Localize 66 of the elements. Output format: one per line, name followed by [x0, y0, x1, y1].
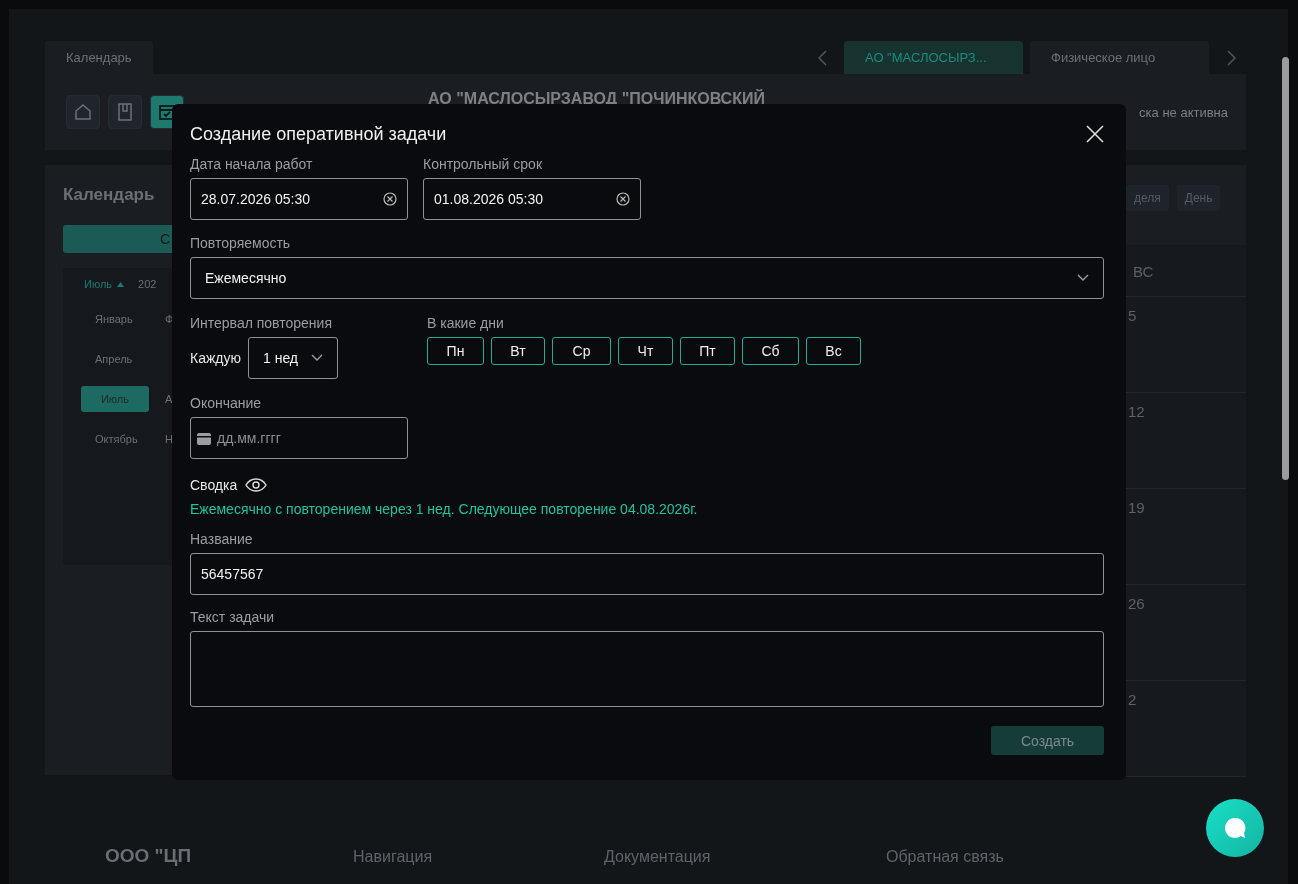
footer-heading[interactable]: Навигация: [353, 848, 604, 867]
home-button[interactable]: [66, 95, 100, 129]
field-label: Название: [190, 531, 254, 549]
field-label: Интервал повторения: [190, 315, 333, 333]
day-number: 26: [1128, 595, 1145, 612]
field-label: В какие дни: [427, 315, 505, 333]
name-field[interactable]: 56457567: [190, 553, 1104, 595]
calendar-icon: [197, 431, 211, 445]
chevron-down-icon: [311, 354, 323, 362]
end-date-field[interactable]: дд.мм.гггг: [190, 417, 408, 459]
tab[interactable]: Физическое лицо: [1030, 41, 1209, 74]
year-label: 202: [138, 278, 157, 290]
chevron-left-icon[interactable]: [818, 49, 827, 66]
date-input[interactable]: 28.07.2026 05:30: [201, 191, 383, 207]
interval-select[interactable]: 1 нед: [248, 337, 338, 379]
footer-heading[interactable]: Документация: [604, 848, 886, 867]
month-option[interactable]: Апрель: [81, 346, 147, 372]
field-label: Дата начала работ: [190, 156, 314, 174]
interval-prefix: Каждую: [190, 350, 241, 366]
clear-icon[interactable]: [383, 192, 397, 206]
field-label: Контрольный срок: [423, 156, 543, 174]
weekday-toggle[interactable]: Вс: [806, 337, 861, 365]
weekday-toggle[interactable]: Ср: [552, 337, 611, 365]
date-input[interactable]: дд.мм.гггг: [217, 430, 401, 446]
summary-text: Ежемесячно с повторением через 1 нед. Следующее повторение 04.08.2026г.: [190, 501, 699, 517]
day-number: 12: [1128, 403, 1145, 420]
scrollbar[interactable]: [1282, 57, 1289, 480]
chevron-down-icon: [1077, 274, 1089, 282]
home-icon: [72, 101, 94, 123]
month-option[interactable]: Январь: [81, 306, 147, 332]
month-option[interactable]: Н: [165, 426, 173, 452]
clear-icon[interactable]: [616, 192, 630, 206]
close-icon[interactable]: [1086, 125, 1104, 143]
day-number: 2: [1128, 691, 1137, 708]
weekday-toggle[interactable]: Пн: [427, 337, 484, 365]
document-button[interactable]: [108, 95, 142, 129]
deadline-field[interactable]: 01.08.2026 05:30: [423, 178, 641, 220]
weekday-toggle[interactable]: Сб: [742, 337, 799, 365]
weekday-toggle[interactable]: Вт: [491, 337, 545, 365]
recurrence-select[interactable]: Ежемесячно: [190, 257, 1104, 299]
month-option[interactable]: А: [165, 386, 173, 412]
eye-icon[interactable]: [245, 478, 268, 492]
month-option[interactable]: Октябрь: [81, 426, 152, 452]
day-number: 19: [1128, 499, 1145, 516]
weekday-toggle[interactable]: Чт: [618, 337, 673, 365]
tab[interactable]: АО "МАСЛОСЫРЗ...: [844, 41, 1023, 74]
field-label: Текст задачи: [190, 609, 276, 627]
month-toggle[interactable]: Июль: [84, 278, 113, 290]
footer-company: ООО "ЦП: [105, 845, 193, 867]
weekday-toggle[interactable]: Пт: [680, 337, 735, 365]
status-text: ска не активна: [1139, 104, 1228, 120]
summary-label: Сводка: [190, 477, 238, 493]
chevron-right-icon[interactable]: [1227, 49, 1236, 66]
start-date-field[interactable]: 28.07.2026 05:30: [190, 178, 408, 220]
field-label: Окончание: [190, 395, 263, 413]
dialog-title: Создание оперативной задачи: [190, 123, 447, 145]
date-input[interactable]: 01.08.2026 05:30: [434, 191, 616, 207]
month-option[interactable]: Июль: [81, 386, 149, 412]
task-text-area[interactable]: [190, 631, 1104, 707]
company-name: АО "МАСЛОСЫРЗАВОД "ПОЧИНКОВСКИЙ: [428, 90, 765, 108]
tab[interactable]: Календарь: [45, 41, 153, 74]
weekday-header: ВС: [1133, 263, 1154, 280]
name-input[interactable]: 56457567: [201, 566, 1093, 582]
day-number: 5: [1128, 307, 1137, 324]
caret-up-icon[interactable]: [117, 281, 125, 287]
footer-heading[interactable]: Обратная связь: [886, 848, 1004, 867]
